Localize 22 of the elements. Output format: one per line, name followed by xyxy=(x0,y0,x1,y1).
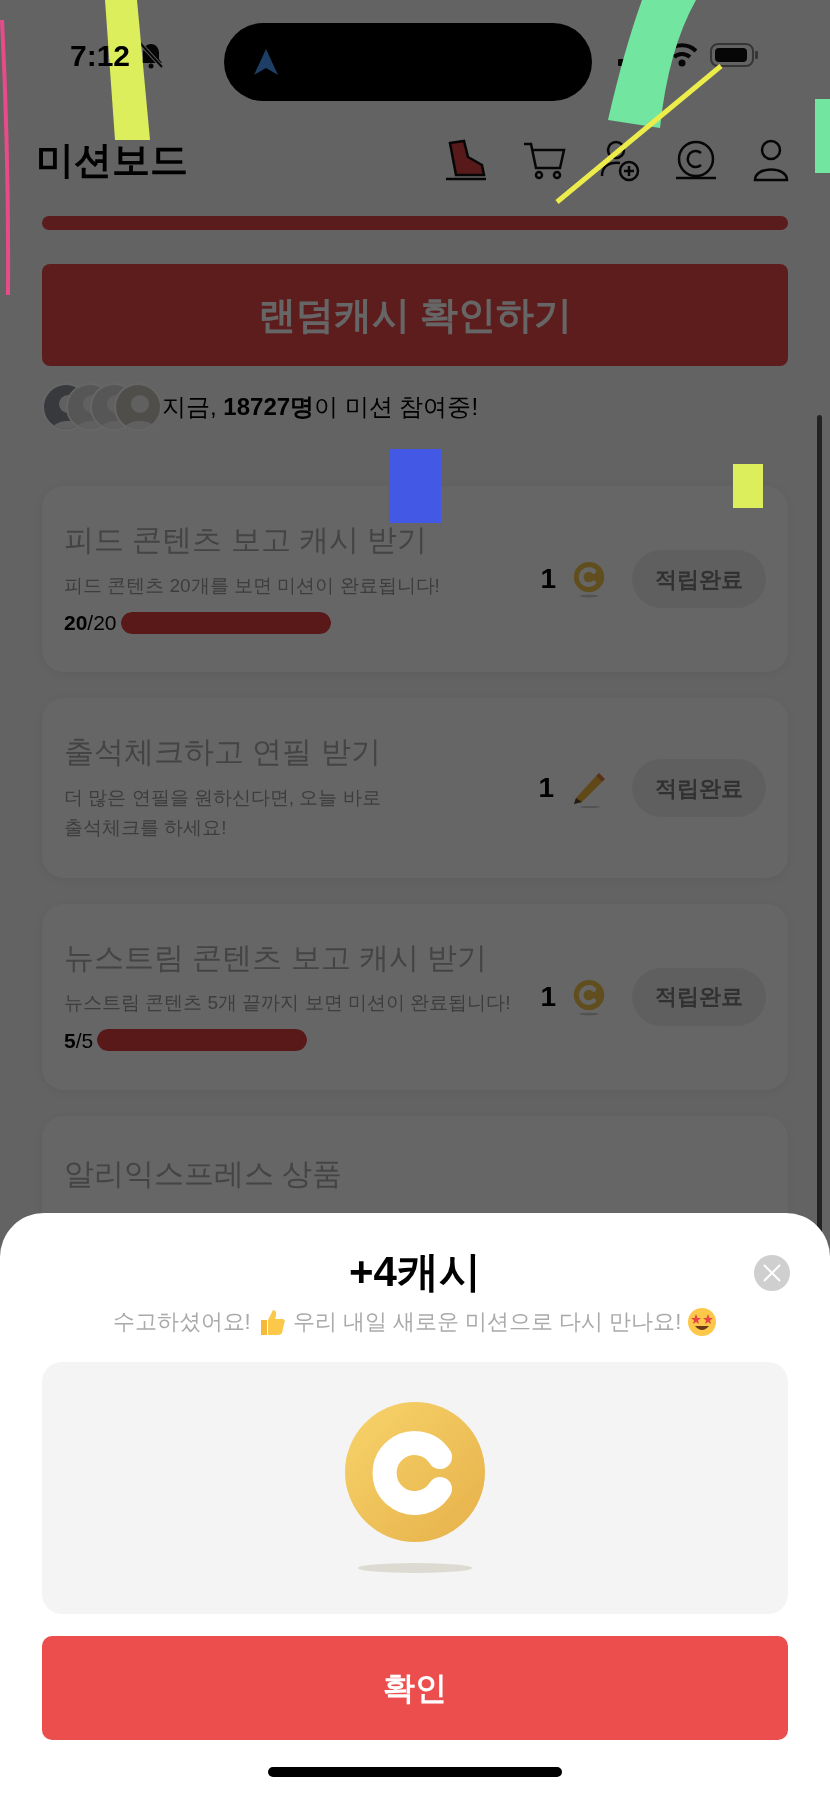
profile-icon[interactable] xyxy=(752,138,790,182)
random-cash-button[interactable]: 랜덤캐시 확인하기 xyxy=(42,264,788,366)
location-arrow-icon xyxy=(252,47,280,77)
coin-icon xyxy=(345,1402,485,1575)
reward-count: 1 xyxy=(540,562,556,597)
star-eyes-smiley-icon xyxy=(687,1306,718,1337)
reward-count: 1 xyxy=(538,771,554,806)
sheet-title: +4캐시 xyxy=(349,1247,481,1297)
progress-count: 5/5 xyxy=(64,1027,94,1054)
marker-stroke xyxy=(733,464,763,508)
battery-icon xyxy=(710,42,760,68)
add-friend-icon[interactable] xyxy=(600,138,640,182)
sheet-message: 수고하셨어요! xyxy=(112,1308,251,1337)
cash-coin-icon[interactable] xyxy=(674,140,718,180)
sheet-message: 우리 내일 새로운 미션으로 다시 만나요! xyxy=(292,1308,682,1337)
close-icon xyxy=(762,1263,782,1283)
progress-count: 20/20 xyxy=(64,609,117,636)
confirm-button[interactable]: 확인 xyxy=(42,1636,788,1741)
page-title: 미션보드 xyxy=(36,137,188,183)
participants-text: 지금, 18727명이 미션 참여중! xyxy=(162,392,479,422)
reward-count: 1 xyxy=(540,979,556,1014)
avatar xyxy=(114,383,162,431)
